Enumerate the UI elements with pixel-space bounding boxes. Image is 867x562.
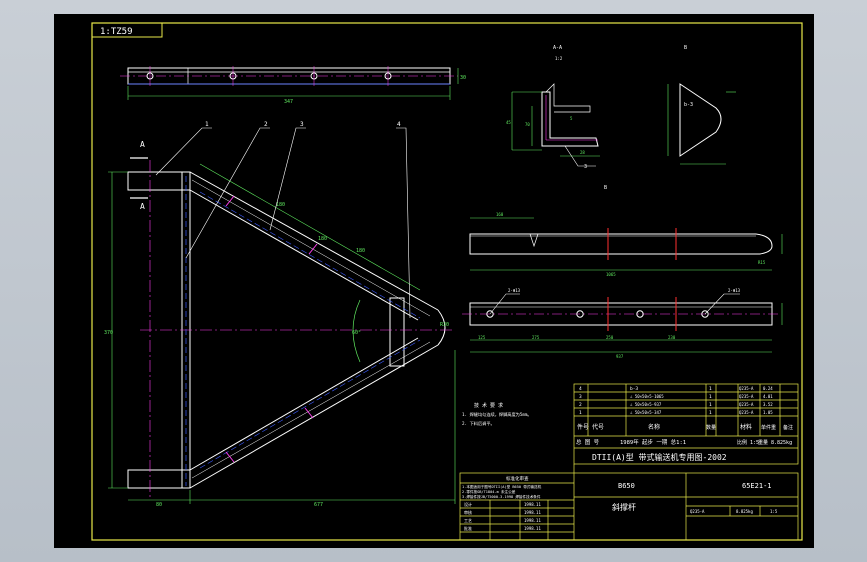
dim-bottom-left: 80	[156, 502, 162, 508]
bar-c-hole-right: 2-Φ13	[728, 288, 741, 293]
callout-2: 2	[264, 121, 268, 128]
part-row-1-no: 4	[579, 386, 582, 392]
parts-header-no: 件号	[577, 423, 589, 431]
callout-4: 4	[397, 121, 401, 128]
view-b-label: B	[604, 185, 607, 191]
parts-footer-left: 总 图 号	[576, 438, 600, 446]
part-row-3-no: 2	[579, 402, 582, 408]
revision-heading: 标准化审查	[506, 475, 529, 482]
dim-radius: R30	[440, 322, 449, 328]
parts-header-code: 代号	[592, 423, 604, 431]
revision-line-3: 3.焊接件按JB/T5000.3-1998 焊接件技术条件	[462, 494, 541, 499]
parts-header-qty: 数量	[706, 424, 716, 431]
bar-c-hole-left: 2-Φ13	[508, 288, 521, 293]
drawing-title: DTII(A)型 带式输送机专用图-2002	[592, 452, 727, 462]
notes-heading: 技 术 要 求	[474, 402, 503, 409]
section-marker-a-top: A	[140, 140, 145, 149]
part-row-3-material: Q235-A	[739, 402, 754, 407]
part-row-1-material: Q235-A	[739, 386, 754, 391]
detail-plate-label: B	[684, 45, 687, 51]
dim-bar-b-left: 160	[496, 212, 504, 217]
part-row-1-name: b-3	[630, 386, 638, 392]
part-row-1-mass: 0.24	[763, 386, 773, 391]
sign-role-2: 审核	[464, 509, 472, 515]
drawing-canvas: 1:TZ59 347 30 370 80 677 180 180 180 60°…	[0, 0, 867, 562]
sign-date-4: 1998.11	[524, 526, 541, 531]
part-row-4-mass: 1.05	[763, 410, 773, 415]
part-row-3-mass: 3.52	[763, 402, 773, 407]
callout-3-aa: 3	[584, 164, 587, 170]
dim-aa-1: 45	[506, 120, 511, 125]
dim-bar-c-total: 937	[616, 354, 624, 359]
dim-bottom-total: 677	[314, 502, 323, 508]
sign-date-2: 1998.11	[524, 510, 541, 515]
weight: 8.825kg	[736, 509, 753, 514]
sheet-code: 1:TZ59	[100, 27, 133, 37]
material: Q235-A	[690, 509, 705, 514]
part-row-2-no: 3	[579, 394, 582, 400]
notes-line-1: 1. 焊缝均匀连续，焊脚高度为5mm。	[462, 411, 532, 418]
scale: 1:5	[770, 509, 778, 514]
dim-diag-3: 180	[318, 236, 327, 242]
part-row-2-mass: 4.01	[763, 394, 773, 399]
dim-aa-2: 70	[525, 122, 530, 127]
detail-plate-inner: b-3	[684, 102, 693, 108]
parts-header-note: 备注	[783, 424, 793, 431]
dim-angle: 60°	[352, 330, 361, 336]
dim-diag-2: 180	[356, 248, 365, 254]
dim-bar-c-3: 250	[606, 335, 614, 340]
part-row-4-name: ∠ 50×50×5-347	[630, 410, 662, 415]
sheet-background	[54, 14, 814, 548]
notes-line-2: 2. 下料后调平。	[462, 420, 495, 427]
cad-drawing: 1:TZ59 347 30 370 80 677 180 180 180 60°…	[54, 14, 814, 548]
part-row-1-qty: 1	[709, 386, 712, 392]
part-row-4-no: 1	[579, 410, 582, 416]
section-aa-scale: 1:2	[555, 56, 563, 61]
dim-bar-b-right: R15	[758, 260, 766, 265]
drawing-number: 65E21-1	[742, 482, 772, 490]
parts-footer-mid: 1989年 起步 一期 总1:1	[620, 438, 686, 446]
part-row-4-qty: 1	[709, 410, 712, 416]
sign-role-1: 设计	[464, 501, 472, 507]
section-aa-label: A-A	[553, 45, 562, 51]
dim-aa-4: 28	[580, 150, 585, 155]
sign-role-4: 批准	[464, 525, 472, 531]
sign-date-1: 1998.11	[524, 502, 541, 507]
parts-footer-weight: 重量 8.825kg	[758, 439, 792, 446]
dim-bar-c-1: 125	[478, 335, 486, 340]
part-row-2-name: ∠ 50×50×5-1065	[630, 394, 664, 399]
dim-bar-c-4: 230	[668, 335, 676, 340]
parts-footer-right: 比例 1:5	[737, 439, 759, 446]
part-row-2-material: Q235-A	[739, 394, 754, 399]
revision-line-1: 1.本图适用于图号DTII(A)型 B650 带式输送机	[462, 484, 542, 489]
parts-header-name: 名称	[648, 423, 660, 431]
parts-header-mass: 单件重	[761, 424, 776, 431]
callout-3: 3	[300, 121, 304, 128]
width-code: B650	[618, 482, 635, 490]
dim-top-bar-height: 30	[460, 75, 466, 81]
part-row-3-name: ∠ 50×50×5-937	[630, 402, 662, 407]
callout-1: 1	[205, 121, 209, 128]
part-name: 斜撑杆	[612, 502, 636, 512]
part-row-3-qty: 1	[709, 402, 712, 408]
dim-left-height: 370	[104, 330, 113, 336]
sign-date-3: 1998.11	[524, 518, 541, 523]
parts-header-material: 材料	[740, 423, 752, 431]
revision-line-2: 2.零件按GB/T1804-m 未注公差	[462, 489, 516, 494]
dim-diag-1: 180	[276, 202, 285, 208]
dim-top-bar-length: 347	[284, 99, 293, 105]
dim-bar-b-length: 1065	[606, 272, 616, 277]
sign-role-3: 工艺	[464, 518, 472, 523]
part-row-2-qty: 1	[709, 394, 712, 400]
part-row-4-material: Q235-A	[739, 410, 754, 415]
section-marker-a-bottom: A	[140, 202, 145, 211]
dim-bar-c-2: 275	[532, 335, 540, 340]
